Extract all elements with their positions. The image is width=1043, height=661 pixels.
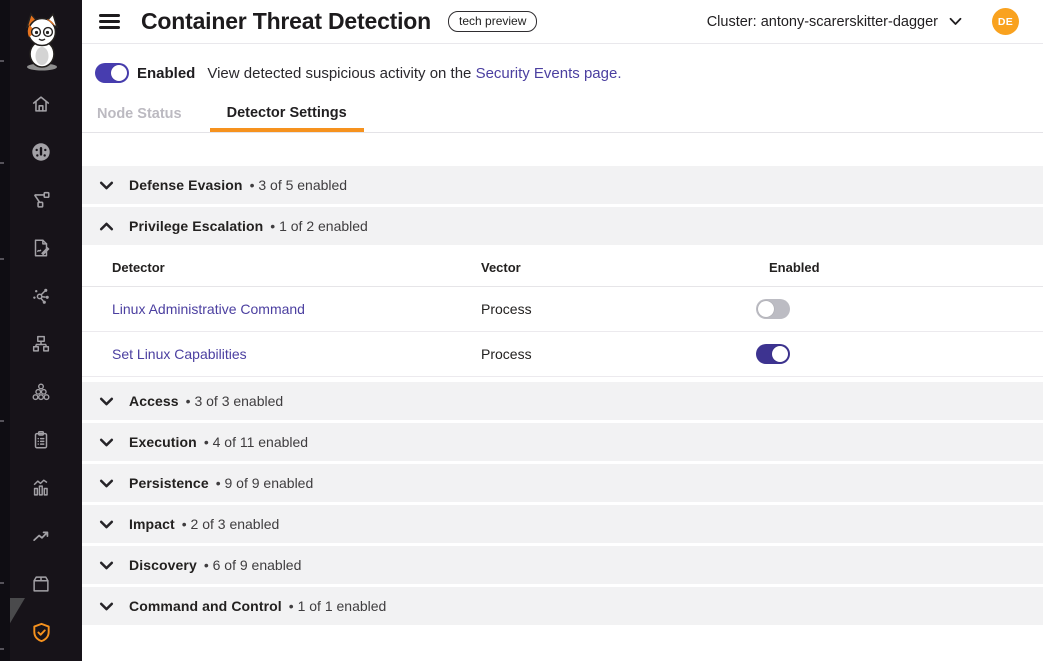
window-edge-strip: [0, 0, 10, 661]
trend-up-icon: [30, 525, 52, 547]
section-title: Defense Evasion: [129, 177, 243, 193]
tech-preview-badge: tech preview: [448, 11, 537, 32]
chevron-down-icon: [98, 475, 115, 492]
detector-toggle-linux-administrative-command[interactable]: [756, 299, 790, 319]
nav-hub[interactable]: [0, 272, 82, 320]
section-title: Execution: [129, 434, 197, 450]
section-command-and-control[interactable]: Command and Control • 1 of 1 enabled: [82, 587, 1043, 625]
status-description: View detected suspicious activity on the…: [207, 65, 621, 82]
chevron-down-icon: [98, 177, 115, 194]
chevron-down-icon: [949, 17, 962, 26]
main-area: Container Threat Detection tech preview …: [82, 0, 1043, 661]
section-privilege-escalation[interactable]: Privilege Escalation • 1 of 2 enabled: [82, 207, 1043, 245]
nav-topology[interactable]: [0, 176, 82, 224]
nav-node-cluster[interactable]: [0, 368, 82, 416]
section-count: • 9 of 9 enabled: [216, 475, 314, 491]
bar-chart-icon: [30, 477, 52, 499]
chevron-down-icon: [98, 393, 115, 410]
top-bar: Container Threat Detection tech preview …: [82, 0, 1043, 44]
chevron-down-icon: [98, 516, 115, 533]
section-impact[interactable]: Impact • 2 of 3 enabled: [82, 505, 1043, 543]
section-title: Persistence: [129, 475, 209, 491]
col-vector: Vector: [481, 260, 769, 275]
report-edit-icon: [30, 237, 52, 259]
detector-link-set-linux-capabilities[interactable]: Set Linux Capabilities: [112, 346, 481, 362]
table-row: Set Linux Capabilities Process: [82, 332, 1043, 377]
section-count: • 2 of 3 enabled: [182, 516, 280, 532]
chevron-down-icon: [98, 557, 115, 574]
nav-sitemap[interactable]: [0, 320, 82, 368]
col-enabled: Enabled: [769, 260, 1043, 275]
section-count: • 1 of 1 enabled: [289, 598, 387, 614]
chevron-up-icon: [98, 218, 115, 235]
shield-check-icon: [30, 621, 53, 644]
app-logo-cat[interactable]: [19, 10, 65, 72]
section-access[interactable]: Access • 3 of 3 enabled: [82, 382, 1043, 420]
detector-settings-content: Defense Evasion • 3 of 5 enabled Privile…: [82, 133, 1043, 625]
hamburger-menu-icon[interactable]: [99, 14, 120, 29]
hub-connections-icon: [30, 285, 52, 307]
section-title: Privilege Escalation: [129, 218, 263, 234]
detector-table-header: Detector Vector Enabled: [82, 248, 1043, 287]
nav-dashboard[interactable]: [0, 128, 82, 176]
section-defense-evasion[interactable]: Defense Evasion • 3 of 5 enabled: [82, 166, 1043, 204]
enabled-label: Enabled: [137, 65, 195, 82]
section-persistence[interactable]: Persistence • 9 of 9 enabled: [82, 464, 1043, 502]
package-box-icon: [30, 573, 52, 595]
section-title: Discovery: [129, 557, 197, 573]
section-count: • 1 of 2 enabled: [270, 218, 368, 234]
sitemap-icon: [30, 333, 52, 355]
detector-toggle-set-linux-capabilities[interactable]: [756, 344, 790, 364]
checklist-clipboard-icon: [30, 429, 52, 451]
gauge-dashboard-icon: [30, 141, 52, 163]
tabs: Node Status Detector Settings: [97, 105, 364, 132]
section-title: Access: [129, 393, 179, 409]
tab-detector-settings[interactable]: Detector Settings: [210, 105, 364, 132]
nav-checklist[interactable]: [0, 416, 82, 464]
node-cluster-icon: [30, 381, 52, 403]
user-avatar[interactable]: DE: [992, 8, 1019, 35]
cluster-selector[interactable]: Cluster: antony-scarerskitter-dagger: [707, 14, 962, 30]
chevron-down-icon: [98, 434, 115, 451]
sidebar-nav: [0, 80, 82, 656]
nav-home[interactable]: [0, 80, 82, 128]
detector-table: Detector Vector Enabled Linux Administra…: [82, 248, 1043, 377]
section-count: • 3 of 3 enabled: [186, 393, 284, 409]
nav-reports[interactable]: [0, 224, 82, 272]
section-count: • 4 of 11 enabled: [204, 434, 308, 450]
nav-metrics[interactable]: [0, 464, 82, 512]
detector-link-linux-administrative-command[interactable]: Linux Administrative Command: [112, 301, 481, 317]
tab-node-status[interactable]: Node Status: [97, 106, 182, 132]
enable-status-row: Enabled View detected suspicious activit…: [95, 63, 622, 83]
section-count: • 6 of 9 enabled: [204, 557, 302, 573]
security-events-link[interactable]: Security Events page.: [476, 65, 622, 82]
section-title: Impact: [129, 516, 175, 532]
vector-value: Process: [481, 346, 769, 362]
section-count: • 3 of 5 enabled: [250, 177, 348, 193]
sidebar: [0, 0, 82, 661]
chevron-down-icon: [98, 598, 115, 615]
topology-icon: [30, 189, 52, 211]
page-title: Container Threat Detection: [141, 8, 431, 35]
section-execution[interactable]: Execution • 4 of 11 enabled: [82, 423, 1043, 461]
sub-header: Enabled View detected suspicious activit…: [82, 44, 1043, 133]
col-detector: Detector: [112, 260, 481, 275]
vector-value: Process: [481, 301, 769, 317]
table-row: Linux Administrative Command Process: [82, 287, 1043, 332]
feature-enabled-toggle[interactable]: [95, 63, 129, 83]
cluster-label: Cluster: antony-scarerskitter-dagger: [707, 14, 938, 30]
nav-trends[interactable]: [0, 512, 82, 560]
section-discovery[interactable]: Discovery • 6 of 9 enabled: [82, 546, 1043, 584]
home-icon: [30, 93, 52, 115]
section-title: Command and Control: [129, 598, 282, 614]
